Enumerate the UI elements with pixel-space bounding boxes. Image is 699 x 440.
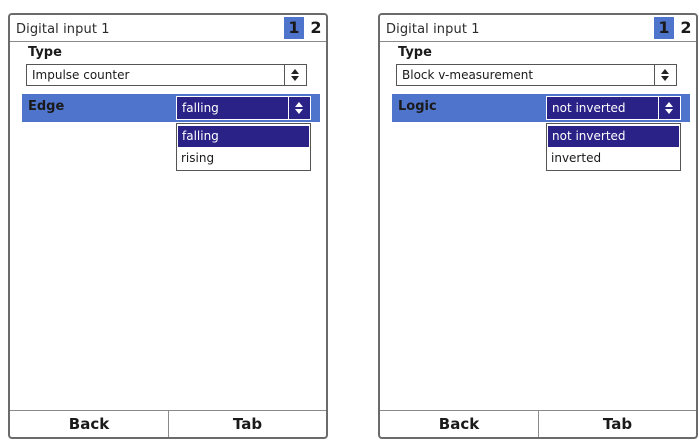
edge-select-value: falling (182, 101, 219, 115)
stage: Digital input 1 1 2 Type Impulse counter… (0, 0, 699, 440)
dropdown-option-falling[interactable]: falling (178, 126, 309, 147)
title-bar: Digital input 1 1 2 (380, 15, 696, 42)
logic-select[interactable]: not inverted (546, 96, 681, 120)
type-label: Type (398, 45, 432, 60)
updown-arrows-icon[interactable] (288, 97, 310, 119)
type-select[interactable]: Block v-measurement (396, 64, 677, 86)
footer-bar: Back Tab (10, 410, 326, 437)
page-tab-1[interactable]: 1 (654, 17, 674, 39)
device-screen-right: Digital input 1 1 2 Type Block v-measure… (378, 13, 698, 439)
tab-button[interactable]: Tab (539, 411, 696, 437)
edge-dropdown-list: falling rising (176, 123, 311, 171)
dropdown-option-not-inverted[interactable]: not inverted (548, 126, 679, 147)
logic-dropdown-list: not inverted inverted (546, 123, 681, 171)
edge-select[interactable]: falling (176, 96, 311, 120)
back-button[interactable]: Back (10, 411, 169, 437)
dropdown-option-rising[interactable]: rising (177, 148, 310, 169)
page-tab-2[interactable]: 2 (676, 17, 696, 39)
footer-bar: Back Tab (380, 410, 696, 437)
type-select[interactable]: Impulse counter (26, 64, 307, 86)
device-screen-left: Digital input 1 1 2 Type Impulse counter… (8, 13, 328, 439)
page-tab-1[interactable]: 1 (284, 17, 304, 39)
updown-arrows-icon[interactable] (654, 65, 676, 85)
page-tab-2[interactable]: 2 (306, 17, 326, 39)
screen-title: Digital input 1 (16, 22, 110, 37)
title-bar: Digital input 1 1 2 (10, 15, 326, 42)
edge-label: Edge (28, 99, 65, 114)
logic-label: Logic (398, 99, 437, 114)
logic-select-value: not inverted (552, 101, 626, 115)
type-select-value: Block v-measurement (402, 68, 534, 82)
updown-arrows-icon[interactable] (658, 97, 680, 119)
screen-title: Digital input 1 (386, 22, 480, 37)
updown-arrows-icon[interactable] (284, 65, 306, 85)
back-button[interactable]: Back (380, 411, 539, 437)
type-select-value: Impulse counter (32, 68, 130, 82)
type-label: Type (28, 45, 62, 60)
tab-button[interactable]: Tab (169, 411, 326, 437)
dropdown-option-inverted[interactable]: inverted (547, 148, 680, 169)
